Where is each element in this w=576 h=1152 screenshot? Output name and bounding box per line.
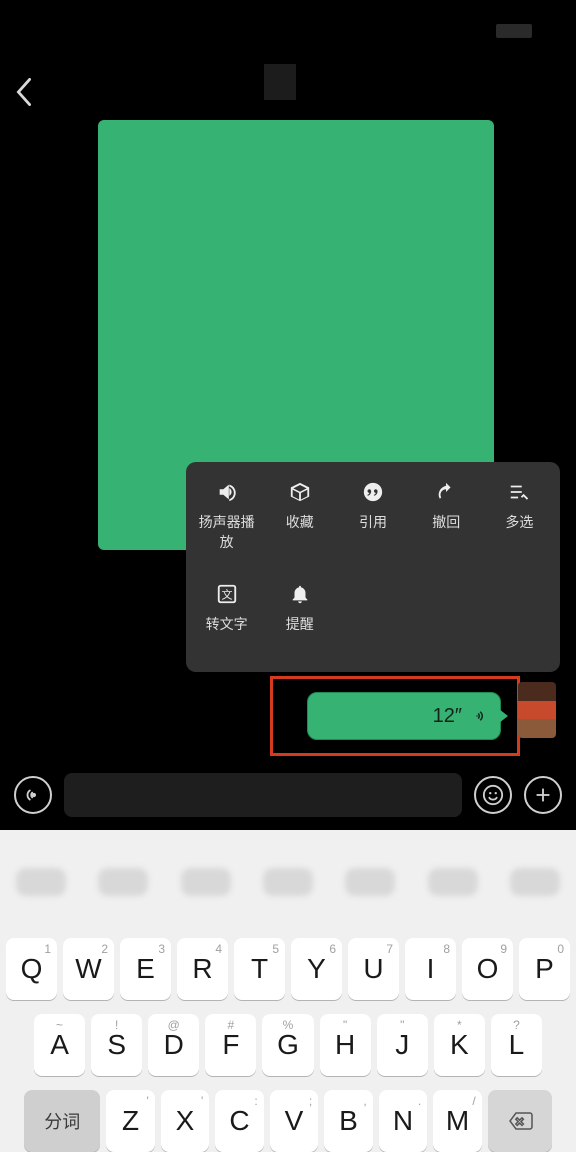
- input-bar: [0, 760, 576, 830]
- menu-favorite[interactable]: 收藏: [263, 480, 336, 552]
- keyboard: 1Q2W3E4R5T6Y7U8I9O0P ~A!S@D#F%G"H"J*K?L …: [0, 830, 576, 1152]
- key-B[interactable]: ,B: [324, 1090, 373, 1152]
- suggestion[interactable]: [98, 868, 148, 896]
- key-K[interactable]: *K: [434, 1014, 485, 1076]
- suggestion[interactable]: [345, 868, 395, 896]
- key-V[interactable]: ;V: [270, 1090, 319, 1152]
- back-button[interactable]: [14, 78, 34, 106]
- key-J[interactable]: "J: [377, 1014, 428, 1076]
- menu-label: 转文字: [206, 614, 248, 634]
- menu-multi-select[interactable]: 多选: [483, 480, 556, 552]
- sound-wave-icon: [468, 707, 486, 725]
- key-A[interactable]: ~A: [34, 1014, 85, 1076]
- menu-remind[interactable]: 提醒: [263, 582, 336, 634]
- suggestion[interactable]: [428, 868, 478, 896]
- emoji-button[interactable]: [474, 776, 512, 814]
- status-indicator: [496, 24, 532, 38]
- menu-quote[interactable]: 引用: [336, 480, 409, 552]
- speaker-icon: [215, 480, 239, 504]
- voice-input-button[interactable]: [14, 776, 52, 814]
- key-O[interactable]: 9O: [462, 938, 513, 1000]
- menu-to-text[interactable]: 文 转文字: [190, 582, 263, 634]
- suggestion[interactable]: [16, 868, 66, 896]
- key-D[interactable]: @D: [148, 1014, 199, 1076]
- own-avatar[interactable]: [518, 682, 556, 738]
- plus-icon: [532, 784, 554, 806]
- message-input[interactable]: [64, 773, 462, 817]
- key-C[interactable]: :C: [215, 1090, 264, 1152]
- undo-icon: [434, 480, 458, 504]
- key-R[interactable]: 4R: [177, 938, 228, 1000]
- voice-message-highlight: 12″: [270, 676, 520, 756]
- key-segment[interactable]: 分词: [24, 1090, 100, 1152]
- key-Z[interactable]: 'Z: [106, 1090, 155, 1152]
- box-icon: [288, 480, 312, 504]
- key-Y[interactable]: 6Y: [291, 938, 342, 1000]
- quote-icon: [361, 480, 385, 504]
- menu-speaker-play[interactable]: 扬声器播放: [190, 480, 263, 552]
- key-W[interactable]: 2W: [63, 938, 114, 1000]
- key-backspace[interactable]: [488, 1090, 552, 1152]
- menu-label: 撤回: [432, 512, 460, 532]
- key-T[interactable]: 5T: [234, 938, 285, 1000]
- key-I[interactable]: 8I: [405, 938, 456, 1000]
- menu-label: 提醒: [286, 614, 314, 634]
- menu-label: 扬声器播放: [197, 512, 257, 552]
- menu-recall[interactable]: 撤回: [410, 480, 483, 552]
- key-H[interactable]: "H: [320, 1014, 371, 1076]
- key-S[interactable]: !S: [91, 1014, 142, 1076]
- key-N[interactable]: .N: [379, 1090, 428, 1152]
- key-L[interactable]: ?L: [491, 1014, 542, 1076]
- svg-text:文: 文: [221, 588, 232, 602]
- key-F[interactable]: #F: [205, 1014, 256, 1076]
- voice-message-bubble[interactable]: 12″: [307, 692, 501, 740]
- backspace-icon: [505, 1109, 535, 1133]
- suggestion-row: [0, 830, 576, 934]
- bell-icon: [288, 582, 312, 606]
- key-G[interactable]: %G: [262, 1014, 313, 1076]
- voice-duration: 12″: [433, 705, 462, 728]
- text-icon: 文: [215, 582, 239, 606]
- key-X[interactable]: 'X: [161, 1090, 210, 1152]
- menu-label: 引用: [359, 512, 387, 532]
- key-E[interactable]: 3E: [120, 938, 171, 1000]
- title-placeholder: [264, 64, 296, 100]
- attach-button[interactable]: [524, 776, 562, 814]
- menu-label: 收藏: [286, 512, 314, 532]
- context-menu: 扬声器播放 收藏 引用: [186, 462, 560, 672]
- key-Q[interactable]: 1Q: [6, 938, 57, 1000]
- key-M[interactable]: /M: [433, 1090, 482, 1152]
- menu-label: 多选: [505, 512, 533, 532]
- chat-pane: 扬声器播放 收藏 引用: [0, 0, 576, 830]
- suggestion[interactable]: [263, 868, 313, 896]
- key-U[interactable]: 7U: [348, 938, 399, 1000]
- smile-icon: [482, 784, 504, 806]
- sound-icon: [22, 784, 44, 806]
- list-check-icon: [507, 480, 531, 504]
- key-P[interactable]: 0P: [519, 938, 570, 1000]
- suggestion[interactable]: [181, 868, 231, 896]
- suggestion[interactable]: [510, 868, 560, 896]
